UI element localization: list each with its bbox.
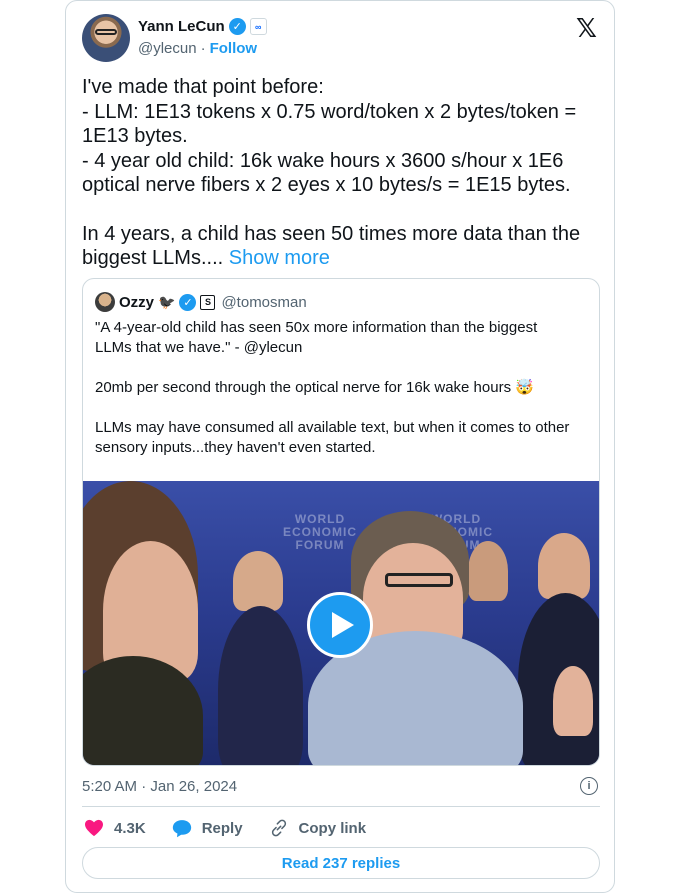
bird-emoji-icon: 🐦‍⬛ bbox=[158, 293, 176, 310]
quote-text: "A 4-year-old child has seen 50x more in… bbox=[95, 318, 590, 458]
play-icon bbox=[332, 612, 354, 638]
author-handle[interactable]: @ylecun bbox=[138, 40, 197, 57]
quote-author-name: Ozzy bbox=[119, 293, 155, 311]
author-name-row: Yann LeCun ✓ ∞ bbox=[138, 18, 267, 35]
tweet-line: optical nerve fibers x 2 eyes x 10 bytes… bbox=[82, 174, 571, 196]
like-count: 4.3K bbox=[114, 819, 146, 837]
speaker-hand bbox=[553, 666, 593, 736]
video-player[interactable]: WORLDECONOMICFORUM WORLDECONOMICFORUM bbox=[83, 481, 599, 765]
quote-author-handle: @tomosman bbox=[221, 293, 307, 311]
tweet-line: biggest LLMs.... bbox=[82, 247, 224, 269]
quote-line: "A 4-year-old child has seen 50x more in… bbox=[95, 319, 538, 336]
follow-button[interactable]: Follow bbox=[210, 40, 258, 57]
link-icon bbox=[271, 819, 286, 837]
tweet-line: - LLM: 1E13 tokens x 0.75 word/token x 2… bbox=[82, 100, 577, 123]
affiliation-badge-icon: S bbox=[200, 294, 216, 310]
author-avatar[interactable] bbox=[82, 14, 130, 62]
like-button[interactable]: 4.3K bbox=[84, 818, 146, 838]
quote-header: Ozzy 🐦‍⬛ ✓ S @tomosman bbox=[95, 292, 307, 312]
tweet-line: - 4 year old child: 16k wake hours x 360… bbox=[82, 149, 564, 172]
audience-person bbox=[218, 606, 303, 765]
handle-separator: · bbox=[200, 40, 206, 57]
tweet-timestamp[interactable]: 5:20 AM · Jan 26, 2024 bbox=[82, 778, 237, 795]
meta-affiliation-icon: ∞ bbox=[249, 18, 267, 35]
copy-link-label: Copy link bbox=[298, 819, 367, 837]
author-name[interactable]: Yann LeCun bbox=[138, 18, 225, 35]
audience-person bbox=[468, 541, 508, 601]
heart-icon bbox=[85, 819, 103, 837]
quote-avatar bbox=[95, 292, 115, 312]
reply-button[interactable]: Reply bbox=[172, 818, 243, 838]
reply-label: Reply bbox=[201, 819, 243, 837]
quote-line: 20mb per second through the optical nerv… bbox=[95, 379, 534, 396]
speaker-glasses bbox=[385, 573, 453, 587]
reply-bubble-icon bbox=[172, 819, 191, 837]
audience-person bbox=[538, 533, 590, 599]
info-icon[interactable]: i bbox=[580, 777, 598, 795]
show-more-link[interactable]: Show more bbox=[229, 247, 330, 269]
x-logo-icon[interactable]: 𝕏 bbox=[576, 15, 597, 41]
audience-person bbox=[233, 551, 283, 611]
play-button[interactable] bbox=[307, 592, 373, 658]
quote-line: LLMs may have consumed all available tex… bbox=[95, 419, 570, 436]
wef-backdrop-text: WORLDECONOMICFORUM bbox=[283, 512, 357, 552]
author-handle-row: @ylecun · Follow bbox=[138, 40, 257, 57]
tweet-text: I've made that point before: - LLM: 1E13… bbox=[82, 75, 602, 271]
quote-line: sensory inputs...they haven't even start… bbox=[95, 439, 376, 456]
read-replies-button[interactable]: Read 237 replies bbox=[82, 847, 600, 879]
quoted-tweet[interactable]: Ozzy 🐦‍⬛ ✓ S @tomosman "A 4-year-old chi… bbox=[82, 278, 600, 766]
copy-link-button[interactable]: Copy link bbox=[269, 818, 367, 838]
verified-badge-icon: ✓ bbox=[179, 293, 197, 311]
divider bbox=[82, 806, 600, 807]
action-bar: 4.3K Reply Copy link bbox=[84, 818, 366, 838]
tweet-line: In 4 years, a child has seen 50 times mo… bbox=[82, 222, 581, 245]
quote-line: LLMs that we have." - @ylecun bbox=[95, 339, 303, 356]
tweet-card: Yann LeCun ✓ ∞ @ylecun · Follow 𝕏 I've m… bbox=[65, 0, 615, 893]
tweet-line: I've made that point before: bbox=[82, 76, 324, 98]
tweet-line: 1E13 bytes. bbox=[82, 125, 188, 147]
verified-badge-icon: ✓ bbox=[228, 18, 246, 35]
